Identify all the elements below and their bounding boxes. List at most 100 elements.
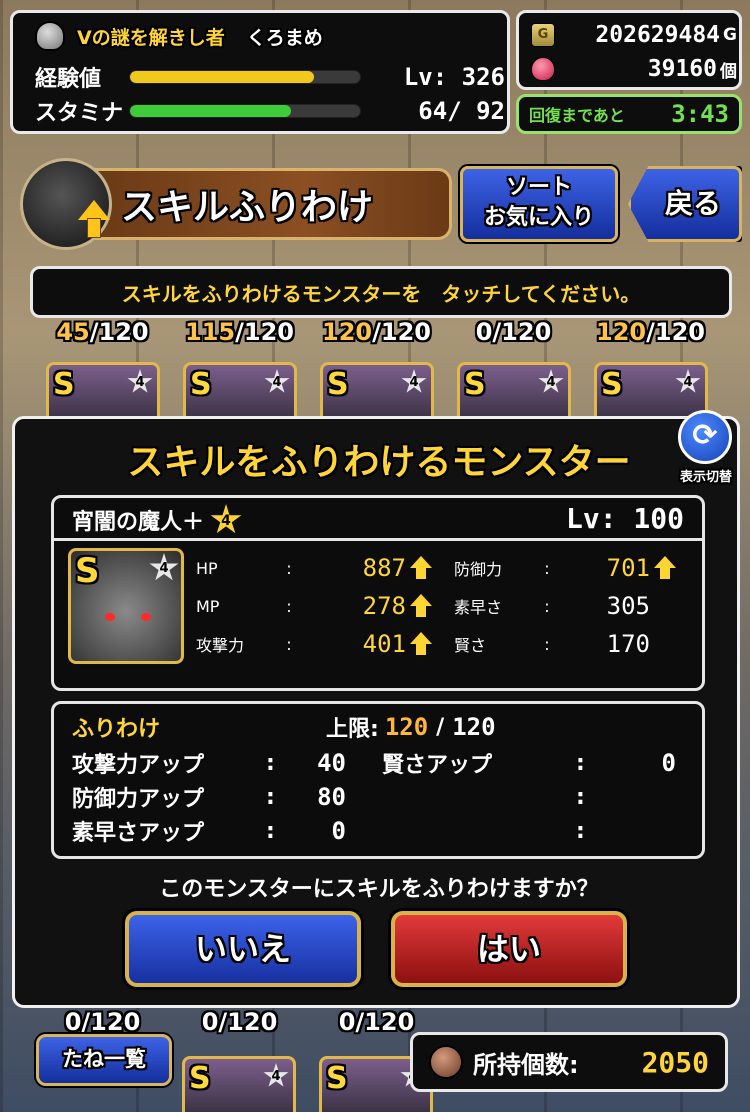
player-title-line: Vの謎を解きし者 くろまめ	[35, 21, 505, 51]
currency-panel: G 202629484 G 39160 個	[516, 10, 742, 90]
player-name: くろまめ	[246, 26, 323, 49]
stamina-recovery-timer: 回復まであと 3:43	[516, 94, 742, 134]
rank-badge: S	[53, 367, 75, 402]
stat-hp: HP: 887	[196, 550, 432, 586]
stat-defense: 防御力: 701	[454, 550, 676, 586]
exp-bar-fill	[130, 71, 314, 83]
up-arrow-icon	[410, 556, 432, 580]
display-toggle-button[interactable]: ⟳ 表示切替	[664, 410, 748, 490]
skill-count: 115/120	[185, 318, 294, 346]
rank-badge: S	[326, 1061, 348, 1096]
seed-icon	[429, 1045, 463, 1079]
star-icon: 4	[149, 553, 179, 581]
up-arrow-icon	[410, 632, 432, 656]
stamina-row: スタミナ 64/ 92	[35, 95, 505, 127]
up-arrow-icon	[78, 200, 110, 220]
gem-row: 39160 個	[531, 53, 737, 85]
allocation-row: 防御力アップ: 80	[72, 783, 346, 812]
allocation-row: 賢さアップ: 0	[382, 749, 676, 778]
allocation-empty-colon: :	[576, 784, 585, 810]
monster-card[interactable]: S4	[320, 362, 434, 418]
owned-count-label: 所持個数:	[473, 1050, 579, 1079]
monster-info-panel: 宵闇の魔人＋ 4 Lv: 100 S 4 HP: 887 MP: 278 攻撃力…	[51, 495, 705, 691]
gem-amount: 39160	[647, 56, 717, 82]
star-icon: 4	[127, 369, 153, 393]
sort-label: ソート	[505, 175, 572, 200]
recovery-time: 3:43	[671, 100, 729, 128]
screen-title: スキルふりわけ	[121, 187, 374, 228]
seed-list-button[interactable]: たね一覧	[36, 1034, 172, 1086]
refresh-icon: ⟳	[678, 410, 732, 464]
skill-count: 0/120	[201, 1008, 278, 1036]
rank-badge: S	[190, 367, 212, 402]
skill-count: 45/120	[56, 318, 149, 346]
up-arrow-stem	[87, 218, 101, 238]
skill-count: 120/120	[596, 318, 705, 346]
stamina-value: 64/ 92	[418, 97, 505, 125]
monster-card[interactable]: S4	[46, 362, 160, 418]
monster-eyes	[105, 613, 151, 623]
owned-count-value: 2050	[641, 1045, 709, 1079]
stat-attack: 攻撃力: 401	[196, 626, 432, 662]
star-icon: 4	[675, 369, 701, 393]
gold-bag-icon: G	[531, 23, 555, 47]
stamina-bar-fill	[130, 105, 291, 117]
allocation-empty-colon: :	[576, 818, 585, 844]
allocation-row: 攻撃力アップ: 40	[72, 749, 346, 778]
display-toggle-label: 表示切替	[679, 470, 732, 485]
owned-count-panel: 所持個数: 2050	[410, 1032, 728, 1092]
rank-badge: S	[464, 367, 486, 402]
monster-card[interactable]: S4	[183, 362, 297, 418]
instruction-banner: スキルをふりわけるモンスターを タッチしてください。	[30, 266, 732, 318]
exp-bar	[129, 70, 361, 84]
allocation-limit: 上限: 120 / 120	[326, 713, 496, 742]
rank-badge: S	[75, 551, 100, 591]
header-plate: スキルふりわけ	[90, 168, 452, 240]
up-arrow-icon	[654, 556, 676, 580]
no-button[interactable]: いいえ	[125, 911, 361, 987]
gem-icon	[531, 57, 555, 81]
monster-card[interactable]: S4	[182, 1056, 296, 1112]
stat-agility: 素早さ: 305	[454, 592, 650, 620]
sort-favorite-button[interactable]: ソート お気に入り	[460, 166, 618, 242]
skill-count-row: 45/120 115/120 120/120 0/120 120/120	[34, 318, 750, 346]
level-text: Lv: 326	[403, 63, 505, 91]
allocation-label-line: ふりわけ	[72, 710, 160, 744]
player-status-panel: Vの謎を解きし者 くろまめ 経験値 Lv: 326 スタミナ 64/ 92	[10, 10, 510, 134]
recovery-label: 回復まであと	[529, 106, 625, 125]
confirm-question: このモンスターにスキルをふりわけますか？	[159, 877, 599, 902]
gold-amount: 202629484	[595, 22, 721, 48]
skill-count: 0/120	[475, 318, 552, 346]
star-icon: 4	[264, 369, 290, 393]
yes-button[interactable]: はい	[391, 911, 627, 987]
monster-level: Lv: 100	[565, 502, 684, 535]
slime-icon	[35, 21, 65, 51]
skill-count: 120/120	[322, 318, 431, 346]
rank-badge: S	[189, 1061, 211, 1096]
dialog-title: スキルをふりわけるモンスター	[127, 442, 631, 483]
player-title: Vの謎を解きし者	[77, 26, 225, 49]
monster-card-row: S4 S4 S4 S4 S4	[46, 362, 750, 418]
divider	[54, 538, 702, 541]
favorite-label: お気に入り	[483, 205, 594, 230]
allocation-row: 素早さアップ: 0	[72, 817, 346, 846]
exp-label: 経験値	[35, 67, 102, 92]
monster-portrait: S 4	[68, 548, 184, 664]
rank-badge: S	[601, 367, 623, 402]
back-button[interactable]: 戻る	[628, 166, 742, 242]
star-icon: 4	[401, 369, 427, 393]
stamina-label: スタミナ	[35, 101, 124, 126]
stat-mp: MP: 278	[196, 588, 432, 624]
star-icon: 4	[538, 369, 564, 393]
allocation-panel: ふりわけ 上限: 120 / 120 攻撃力アップ: 40 防御力アップ: 80…	[51, 701, 705, 859]
monster-name: 宵闇の魔人＋	[72, 510, 205, 535]
gem-unit: 個	[720, 61, 737, 82]
star-icon: 4	[210, 504, 242, 534]
gold-unit: G	[723, 25, 737, 45]
screen-header: スキルふりわけ	[20, 158, 452, 250]
monster-card[interactable]: S4	[457, 362, 571, 418]
exp-row: 経験値 Lv: 326	[35, 61, 505, 93]
rank-badge: S	[327, 367, 349, 402]
gold-row: G 202629484 G	[531, 19, 737, 51]
skill-allocation-dialog: スキルをふりわけるモンスター 宵闇の魔人＋ 4 Lv: 100 S 4 HP: …	[12, 416, 740, 1008]
